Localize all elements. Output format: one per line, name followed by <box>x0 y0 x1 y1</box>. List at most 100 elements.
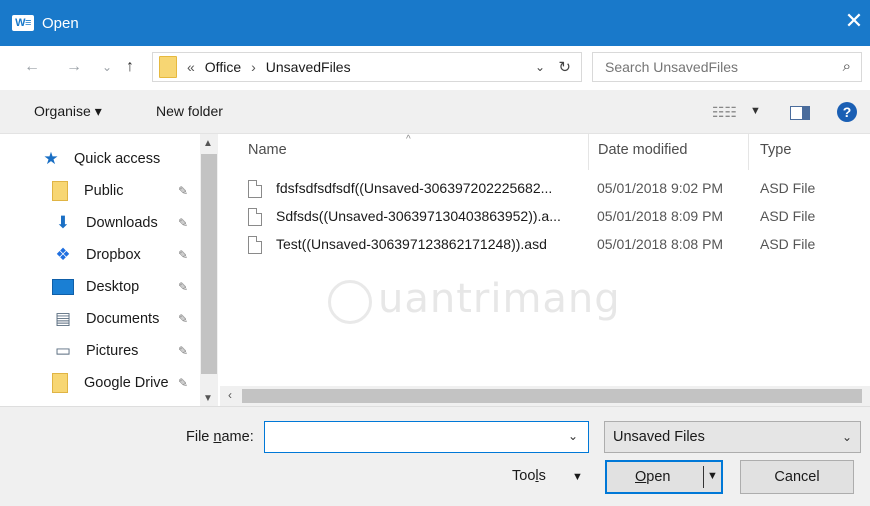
word-app-icon: W≡ <box>12 15 34 31</box>
view-dropdown-icon[interactable]: ▼ <box>750 105 761 117</box>
file-row[interactable]: Sdfsds((Unsaved-306397130403863952)).a..… <box>248 206 868 228</box>
folder-icon <box>159 56 177 78</box>
refresh-icon[interactable]: ↻ <box>558 58 571 76</box>
pin-icon[interactable]: ✎ <box>178 344 188 358</box>
label-accelerator: O <box>635 469 647 485</box>
label-part: s <box>538 468 546 484</box>
scrollbar-thumb[interactable] <box>201 154 217 374</box>
forward-arrow-icon[interactable]: → <box>66 58 82 76</box>
file-icon <box>248 208 262 226</box>
sidebar-item-label: Pictures <box>86 343 139 359</box>
open-button-label: Open <box>635 469 670 485</box>
dropbox-icon: ❖ <box>55 245 71 264</box>
file-icon <box>248 236 262 254</box>
recent-locations-chevron-icon[interactable]: ⌄ <box>102 60 112 74</box>
split-divider <box>703 466 704 488</box>
file-name: Test((Unsaved-306397123862171248)).asd <box>276 236 547 252</box>
sidebar-item-public[interactable]: Public <box>52 178 124 204</box>
title-bar: W≡ Open ✕ <box>0 0 870 46</box>
new-folder-button[interactable]: New folder <box>156 103 223 119</box>
scrollbar-thumb[interactable] <box>242 389 862 403</box>
search-input[interactable] <box>593 53 823 81</box>
open-button[interactable]: Open ▼ <box>605 460 723 494</box>
close-icon[interactable]: ✕ <box>844 10 864 32</box>
file-date: 05/01/2018 9:02 PM <box>597 180 724 196</box>
file-row[interactable]: fdsfsdfsdfsdf((Unsaved-306397202225682..… <box>248 178 868 200</box>
breadcrumb-office[interactable]: Office <box>205 59 241 75</box>
pin-icon[interactable]: ✎ <box>178 280 188 294</box>
pin-icon[interactable]: ✎ <box>178 248 188 262</box>
address-bar[interactable]: « Office › UnsavedFiles ⌄ ↻ <box>152 52 582 82</box>
pin-icon[interactable]: ✎ <box>178 376 188 390</box>
breadcrumb-overflow[interactable]: « <box>187 59 195 75</box>
breadcrumb-separator-icon[interactable]: › <box>251 59 256 75</box>
sort-ascending-icon: ^ <box>406 134 411 145</box>
navigation-pane: ★ Quick access Public ✎ ⬇ Downloads ✎ ❖ Dropbox ✎… <box>0 134 220 406</box>
search-box: ⌕ <box>592 52 862 82</box>
open-options-dropdown-icon[interactable]: ▼ <box>707 470 718 482</box>
chevron-down-icon[interactable]: ⌄ <box>842 430 852 444</box>
label-part: pen <box>646 469 671 485</box>
label-part: ame: <box>221 429 254 445</box>
file-type: ASD File <box>760 180 816 196</box>
star-icon: ★ <box>43 149 59 168</box>
scroll-left-icon[interactable]: ‹ <box>228 388 232 402</box>
horizontal-scrollbar[interactable]: ‹ › <box>220 386 870 406</box>
column-divider[interactable] <box>748 134 749 170</box>
file-type-select[interactable]: Unsaved Files ⌄ <box>604 421 861 453</box>
sidebar-item-label: Dropbox <box>86 247 141 263</box>
pictures-icon: ▭ <box>54 341 72 360</box>
breadcrumb: « Office › UnsavedFiles <box>187 59 351 75</box>
search-icon[interactable]: ⌕ <box>843 58 851 75</box>
file-list: ^ Name Date modified Type fdsfsdfsdfsdf(… <box>220 134 870 406</box>
sidebar-item-dropbox[interactable]: ❖ Dropbox <box>52 242 141 268</box>
watermark-logo-icon <box>328 280 372 324</box>
preview-pane-icon[interactable] <box>790 106 810 120</box>
documents-icon: ▤ <box>54 309 72 328</box>
up-arrow-icon[interactable]: ↑ <box>126 58 134 76</box>
pin-icon[interactable]: ✎ <box>178 184 188 198</box>
navigation-pane-scrollbar[interactable]: ▲ ▼ <box>200 134 218 406</box>
breadcrumb-unsavedfiles[interactable]: UnsavedFiles <box>266 59 351 75</box>
file-row[interactable]: Test((Unsaved-306397123862171248)).asd 0… <box>248 234 868 256</box>
chevron-down-icon[interactable]: ⌄ <box>568 429 578 443</box>
pin-icon[interactable]: ✎ <box>178 216 188 230</box>
sidebar-item-pictures[interactable]: ▭ Pictures <box>52 338 138 364</box>
sidebar-item-label: Google Drive <box>84 375 169 391</box>
tools-button[interactable]: Tools <box>512 468 546 484</box>
chevron-down-icon[interactable]: ⌄ <box>535 60 545 74</box>
scroll-up-icon[interactable]: ▲ <box>203 138 213 149</box>
label-part: File <box>186 429 214 445</box>
organise-button[interactable]: Organise ▾ <box>34 103 102 120</box>
sidebar-item-documents[interactable]: ▤ Documents <box>52 306 159 332</box>
pin-icon[interactable]: ✎ <box>178 312 188 326</box>
sidebar-item-quick-access[interactable]: ★ Quick access <box>40 146 160 172</box>
file-type: ASD File <box>760 236 816 252</box>
column-divider[interactable] <box>588 134 589 170</box>
view-details-icon[interactable]: ☷☷ <box>712 104 737 121</box>
file-date: 05/01/2018 8:08 PM <box>597 236 724 252</box>
folder-icon <box>52 373 68 393</box>
sidebar-item-label: Desktop <box>86 279 140 295</box>
help-icon[interactable]: ? <box>837 102 857 122</box>
command-toolbar: Organise ▾ New folder ☷☷ ▼ ? <box>0 90 870 134</box>
column-header-name[interactable]: Name <box>248 142 287 158</box>
file-name-input[interactable] <box>264 421 589 453</box>
sidebar-item-label: Public <box>84 183 124 199</box>
label-part: Too <box>512 468 536 484</box>
file-icon <box>248 180 262 198</box>
tools-dropdown-icon[interactable]: ▼ <box>572 471 583 483</box>
file-name: Sdfsds((Unsaved-306397130403863952)).a..… <box>276 208 561 224</box>
sidebar-item-downloads[interactable]: ⬇ Downloads <box>52 210 158 236</box>
scroll-down-icon[interactable]: ▼ <box>203 393 213 404</box>
back-arrow-icon[interactable]: ← <box>24 58 40 76</box>
sidebar-item-label: Quick access <box>74 151 161 167</box>
cancel-button[interactable]: Cancel <box>740 460 854 494</box>
sidebar-item-google-drive[interactable]: Google Drive <box>52 370 169 396</box>
column-header-date-modified[interactable]: Date modified <box>598 142 687 158</box>
sidebar-item-desktop[interactable]: Desktop <box>52 274 139 300</box>
file-date: 05/01/2018 8:09 PM <box>597 208 724 224</box>
file-name-label: File name: <box>186 429 254 445</box>
column-header-type[interactable]: Type <box>760 142 791 158</box>
watermark: uantrimang <box>378 276 621 322</box>
